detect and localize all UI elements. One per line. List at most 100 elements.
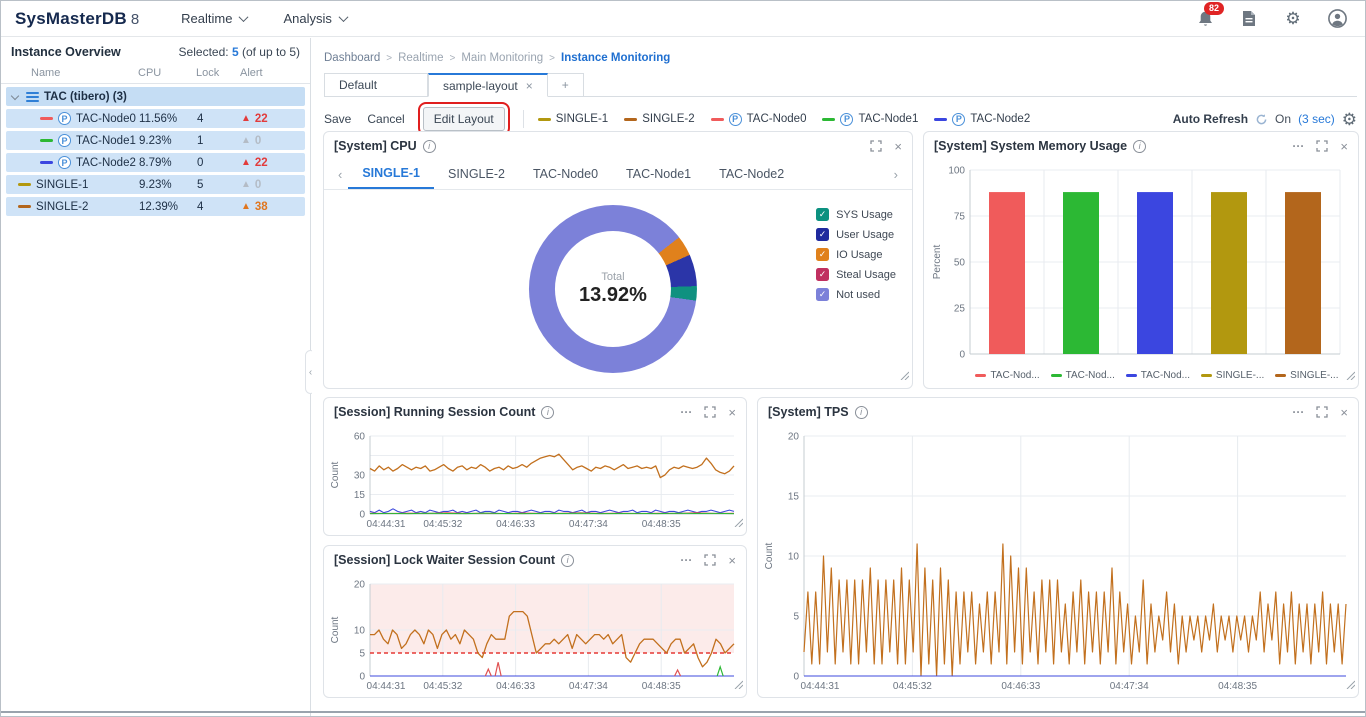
save-button[interactable]: Save [324, 112, 351, 126]
menu-realtime[interactable]: Realtime [181, 11, 247, 26]
cpu-tab-tac-node0[interactable]: TAC-Node0 [519, 161, 612, 188]
series-color-dash [18, 205, 31, 208]
expand-icon[interactable] [1316, 406, 1328, 418]
legend-item[interactable]: SINGLE-... [1201, 370, 1264, 381]
checkbox-icon[interactable]: ✓ [816, 288, 829, 301]
panel-lock-waiter-session-count: [Session] Lock Waiter Session Count i ··… [323, 545, 747, 698]
settings-gear-icon[interactable]: ⚙ [1283, 9, 1303, 29]
info-icon[interactable]: i [541, 406, 554, 419]
cpu-tab-tac-node2[interactable]: TAC-Node2 [705, 161, 798, 188]
resize-handle[interactable] [734, 514, 743, 532]
app-logo[interactable]: SysMasterDB 8 [15, 9, 139, 29]
legend-item[interactable]: TAC-Nod... [975, 370, 1039, 381]
instance-row-tac-node1[interactable]: P TAC-Node1 9.23% 1 ▲0 [6, 131, 305, 150]
primary-badge: P [58, 156, 71, 169]
legend-item[interactable]: SINGLE-... [1275, 370, 1338, 381]
logo-version: 8 [131, 11, 139, 28]
checkbox-icon[interactable]: ✓ [816, 268, 829, 281]
close-tab-icon[interactable]: × [526, 79, 533, 93]
legend-user-usage[interactable]: ✓User Usage [816, 228, 896, 241]
legend-not-used[interactable]: ✓Not used [816, 288, 896, 301]
auto-refresh-interval[interactable]: (3 sec) [1298, 112, 1335, 126]
breadcrumb-dashboard[interactable]: Dashboard [324, 52, 380, 64]
more-options-icon[interactable]: ··· [680, 406, 692, 418]
legend-sys-usage[interactable]: ✓SYS Usage [816, 208, 896, 221]
breadcrumb-realtime[interactable]: Realtime [398, 52, 443, 64]
resize-handle[interactable] [900, 367, 909, 385]
svg-text:0: 0 [959, 350, 965, 361]
instance-row-single-1[interactable]: SINGLE-1 9.23% 5 ▲0 [6, 175, 305, 194]
legend-item[interactable]: TAC-Nod... [1126, 370, 1190, 381]
primary-badge: P [840, 113, 853, 126]
menu-analysis[interactable]: Analysis [283, 11, 346, 26]
panel-title: [System] CPU [334, 139, 417, 153]
legend-item[interactable]: TAC-Nod... [1051, 370, 1115, 381]
legend-tac-node1[interactable]: P TAC-Node1 [822, 113, 918, 126]
checkbox-icon[interactable]: ✓ [816, 228, 829, 241]
close-icon[interactable]: × [1340, 406, 1348, 419]
legend-tac-node0[interactable]: P TAC-Node0 [711, 113, 807, 126]
expand-icon[interactable] [704, 554, 716, 566]
info-icon[interactable]: i [855, 406, 868, 419]
resize-handle[interactable] [1346, 367, 1355, 385]
resize-handle[interactable] [734, 676, 743, 694]
close-icon[interactable]: × [894, 140, 902, 153]
main-content: Dashboard > Realtime > Main Monitoring >… [312, 38, 1366, 716]
breadcrumb-sep-icon: > [386, 53, 392, 64]
cancel-button[interactable]: Cancel [367, 112, 404, 126]
resize-handle[interactable] [1346, 676, 1355, 694]
tab-default[interactable]: Default [324, 73, 428, 97]
instance-row-tac-node0[interactable]: P TAC-Node0 11.56% 4 ▲22 [6, 109, 305, 128]
legend-io-usage[interactable]: ✓IO Usage [816, 248, 896, 261]
instance-row-single-2[interactable]: SINGLE-2 12.39% 4 ▲38 [6, 197, 305, 216]
breadcrumb-main-monitoring[interactable]: Main Monitoring [461, 52, 543, 64]
info-icon[interactable]: i [1133, 140, 1146, 153]
expand-icon[interactable] [704, 406, 716, 418]
svg-text:15: 15 [354, 490, 366, 501]
donut-total-label: Total [601, 271, 624, 283]
breadcrumb: Dashboard > Realtime > Main Monitoring >… [324, 52, 670, 64]
notification-badge: 82 [1204, 2, 1224, 15]
cpu-tab-tac-node1[interactable]: TAC-Node1 [612, 161, 705, 188]
series-color-dash [624, 118, 637, 121]
expand-icon[interactable] [870, 140, 882, 152]
legend-steal-usage[interactable]: ✓Steal Usage [816, 268, 896, 281]
add-tab-button[interactable]: + [548, 73, 584, 97]
logo-text: SysMasterDB [15, 9, 127, 29]
more-options-icon[interactable]: ··· [1292, 140, 1304, 152]
expand-chevron-icon[interactable] [11, 91, 19, 99]
cpu-tab-single-1[interactable]: SINGLE-1 [348, 160, 434, 189]
instance-row-tac-node2[interactable]: P TAC-Node2 8.79% 0 ▲22 [6, 153, 305, 172]
refresh-icon[interactable] [1255, 113, 1268, 126]
cpu-value: 8.79% [139, 157, 197, 169]
info-icon[interactable]: i [423, 140, 436, 153]
expand-icon[interactable] [1316, 140, 1328, 152]
legend-single-2[interactable]: SINGLE-2 [624, 113, 694, 125]
cpu-tab-single-2[interactable]: SINGLE-2 [434, 161, 519, 188]
tab-sample-layout[interactable]: sample-layout × [428, 73, 548, 97]
report-icon[interactable] [1239, 9, 1259, 29]
close-icon[interactable]: × [728, 406, 736, 419]
legend-tac-node2[interactable]: P TAC-Node2 [934, 113, 1030, 126]
legend-single-1[interactable]: SINGLE-1 [538, 113, 608, 125]
close-icon[interactable]: × [728, 554, 736, 567]
checkbox-icon[interactable]: ✓ [816, 248, 829, 261]
info-icon[interactable]: i [561, 554, 574, 567]
edit-layout-button[interactable]: Edit Layout [423, 107, 505, 131]
group-row-tac[interactable]: TAC (tibero) (3) [6, 87, 305, 106]
svg-text:Percent: Percent [932, 245, 943, 280]
close-icon[interactable]: × [1340, 140, 1348, 153]
more-options-icon[interactable]: ··· [680, 554, 692, 566]
svg-text:5: 5 [359, 649, 365, 660]
cpu-instance-tabs: ‹ SINGLE-1 SINGLE-2 TAC-Node0 TAC-Node1 … [324, 160, 912, 190]
auto-refresh-state[interactable]: On [1275, 112, 1291, 126]
more-options-icon[interactable]: ··· [1292, 406, 1304, 418]
refresh-settings-gear-icon[interactable]: ⚙ [1342, 111, 1357, 128]
next-arrow-icon[interactable]: › [888, 167, 904, 182]
notifications-bell-icon[interactable]: 82 [1195, 9, 1215, 29]
user-avatar-icon[interactable] [1327, 9, 1347, 29]
cluster-list-icon [26, 90, 39, 104]
series-color-dash [40, 117, 53, 120]
prev-arrow-icon[interactable]: ‹ [332, 167, 348, 182]
checkbox-icon[interactable]: ✓ [816, 208, 829, 221]
